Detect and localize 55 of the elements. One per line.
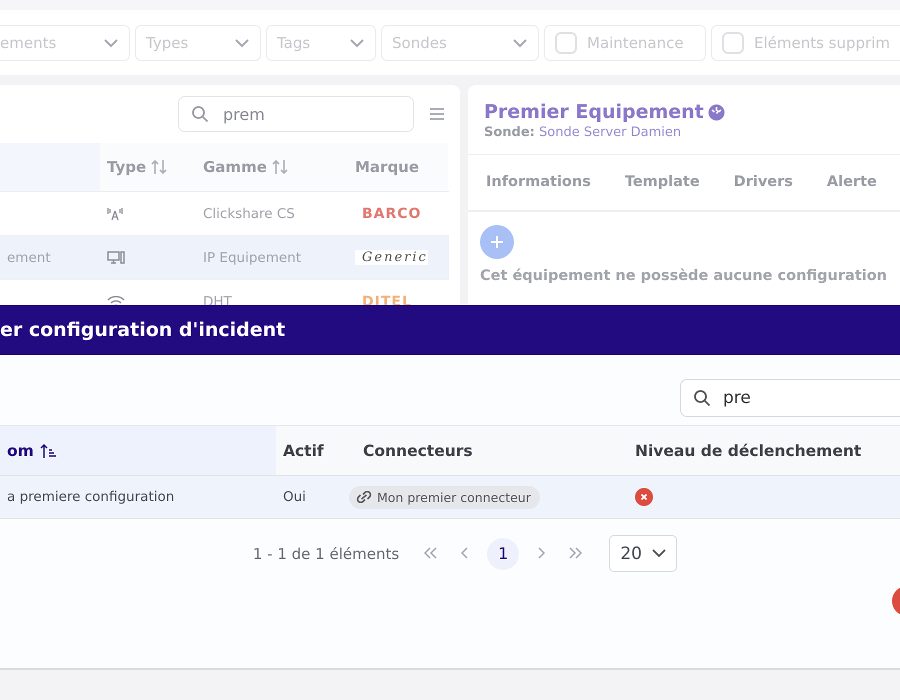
tab[interactable]: Drivers	[734, 168, 793, 198]
tab[interactable]: Informations	[486, 168, 591, 198]
chevron-down-icon	[234, 38, 250, 48]
table-cell-text: Clickshare CS	[202, 206, 296, 222]
sort-icon[interactable]	[150, 158, 168, 176]
chevron-left-icon	[461, 547, 470, 559]
search-field[interactable]: prem	[178, 96, 414, 132]
column-header[interactable]: om	[0, 426, 276, 475]
table-cell-text: Oui	[282, 489, 307, 505]
column-header[interactable]: Connecteurs	[356, 426, 628, 475]
column-header[interactable]: Marque	[348, 143, 448, 191]
cross-circle-icon	[635, 488, 653, 506]
double-chevron-right-icon	[568, 547, 582, 559]
probe-info: Sonde: Sonde Server Damien	[484, 125, 682, 140]
link-icon	[356, 491, 372, 503]
chevron-right-icon	[537, 547, 546, 559]
connector-chip: Mon premier connecteur	[349, 486, 540, 508]
plus-icon	[490, 235, 504, 249]
wifi-icon	[107, 296, 125, 305]
empty-message: Cet équipement ne possède aucune configuration	[480, 268, 888, 284]
chevron-down-icon	[652, 549, 666, 558]
table-row[interactable]: ement IP Equipement Generic	[0, 236, 449, 280]
computer-icon	[107, 250, 125, 264]
checkbox[interactable]	[722, 32, 744, 54]
chevron-down-icon	[103, 38, 119, 48]
equipment-title: Premier Equipement	[484, 101, 704, 123]
search-field[interactable]: pre	[680, 379, 900, 417]
menu-icon[interactable]	[430, 108, 444, 120]
page-size-dropdown[interactable]: 20	[609, 535, 678, 572]
page-button[interactable]: 1	[487, 538, 520, 570]
tab[interactable]: Template	[624, 168, 700, 198]
chevron-down-icon	[512, 38, 528, 48]
antenna-icon	[107, 206, 123, 220]
modal-title: er configuration d'incident	[0, 319, 286, 341]
brand-logo: BARCO	[361, 206, 422, 222]
column-header[interactable]: Actif	[276, 426, 356, 475]
table-cell-text: ement	[6, 250, 52, 266]
pagination-summary: 1 - 1 de 1 éléments	[252, 544, 400, 562]
chevron-down-icon	[349, 38, 365, 48]
search-icon	[191, 105, 209, 123]
tab[interactable]: Alerte	[826, 168, 877, 198]
column-header[interactable]: Gamme	[196, 143, 348, 191]
table-cell-text: IP Equipement	[202, 250, 302, 266]
brand-logo: Generic	[355, 250, 428, 265]
gauge-icon	[708, 104, 725, 120]
table-cell-text: a premiere configuration	[6, 489, 176, 505]
column-header[interactable]: Type	[100, 143, 196, 191]
sort-icon[interactable]	[270, 158, 289, 176]
search-icon	[693, 389, 711, 407]
add-button[interactable]	[480, 225, 514, 259]
table-row[interactable]: a premiere configuration Oui Mon premier connecteur	[0, 476, 900, 519]
double-chevron-left-icon	[424, 547, 438, 559]
sort-ascending-icon[interactable]	[40, 442, 56, 458]
checkbox[interactable]	[555, 32, 577, 54]
column-header[interactable]: Niveau de déclenchement	[628, 426, 900, 475]
